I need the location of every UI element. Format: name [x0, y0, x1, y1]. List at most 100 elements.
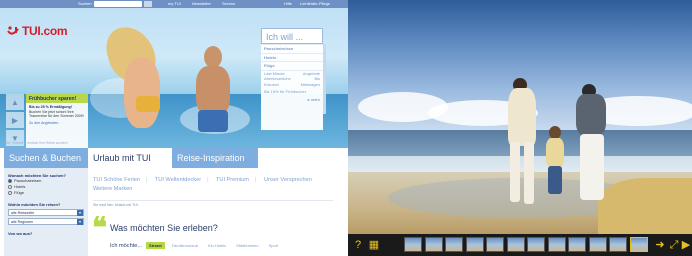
region-select-value: alle Regionen [11, 220, 33, 224]
topbar-link-service[interactable]: Service [222, 0, 235, 8]
destination-select[interactable]: alle Reiseziele ▾ [8, 209, 84, 216]
tui-webpage: Suchen my TUI Newsletter Service Hilfe L… [0, 0, 348, 256]
photo-dune [598, 178, 692, 238]
interest-chips: Ich möchte... Strand Familienurlaub Klu … [110, 242, 281, 249]
chip-familienurlaub[interactable]: Familienurlaub [169, 242, 201, 249]
radio-pauschalreisen[interactable] [8, 179, 12, 183]
ich-will-item[interactable]: Pauschalreisen [261, 44, 323, 53]
filmstrip-bar: ? ▦ ➜ ⤢ ▶ [348, 234, 692, 256]
tab-suchen-buchen[interactable]: Suchen & Buchen [4, 148, 88, 168]
help-icon[interactable]: ? [352, 239, 364, 251]
filmstrip-thumbnail[interactable] [506, 237, 525, 252]
filmstrip-thumbnail[interactable] [629, 237, 648, 252]
ich-will-item[interactable]: Flüge [261, 61, 323, 70]
fullscreen-icon[interactable]: ⤢ [668, 239, 680, 251]
search-form: Wonach möchten Sie suchen? Pauschalreise… [4, 168, 88, 256]
ich-will-title: Ich will ... [266, 32, 304, 42]
filmstrip-thumbnail[interactable] [609, 237, 627, 252]
topbar-search-go-button[interactable] [144, 1, 152, 7]
tab-reise-inspiration[interactable]: Reise-Inspiration [172, 148, 258, 168]
child [546, 138, 564, 168]
breadcrumb: Sie sind hier: Urlaub mit TUI [93, 203, 138, 207]
topbar-link-newsletter[interactable]: Newsletter [192, 0, 211, 8]
destination-select-value: alle Reiseziele [11, 211, 35, 215]
filmstrip-thumbnail[interactable] [465, 237, 484, 252]
ich-will-item[interactable]: Bis 15% für Frühbucher [261, 88, 323, 96]
topbar-user-link-2[interactable]: Leinfelder-Pliege [300, 0, 330, 8]
interest-label: Ich möchte... [110, 242, 143, 249]
hero-woman [124, 58, 160, 128]
hero-man-head [204, 46, 222, 68]
search-question-destination: Wohin möchten Sie reisen? [8, 202, 61, 207]
top-utility-bar: Suchen my TUI Newsletter Service Hilfe L… [0, 0, 348, 8]
tab-urlaub-mit-tui[interactable]: Urlaub mit TUI [88, 148, 172, 168]
early-booking-teaser[interactable]: Frühbucher sparen! Bis zu 25 % Ermäßigun… [26, 94, 88, 148]
ich-will-item[interactable]: Hotels [261, 52, 323, 62]
brand-link[interactable]: Weitere Marken [93, 186, 132, 192]
ich-will-dropdown[interactable]: Ich will ... Pauschalreisen Hotels Flüge… [261, 28, 323, 130]
topbar-search-label: Suchen [78, 1, 92, 6]
main-tabs: Suchen & Buchen Urlaub mit TUI Reise-Ins… [0, 148, 348, 168]
hero-woman-swimsuit [136, 96, 160, 112]
chip-strand[interactable]: Strand [146, 242, 165, 249]
slide-play-button[interactable]: ▶ [6, 112, 24, 128]
chip-sport[interactable]: Sport [266, 242, 282, 249]
play-icon[interactable]: ▶ [681, 239, 691, 251]
tui-smile-icon [6, 24, 20, 38]
ich-will-header[interactable]: Ich will ... [261, 28, 323, 44]
filmstrip-thumbnail[interactable] [588, 237, 607, 252]
slide-up-button[interactable]: ▲ [6, 94, 24, 110]
chip-klu-hotels[interactable]: Klu Hotels [205, 242, 229, 249]
filmstrip-thumbnail[interactable] [568, 237, 586, 252]
brand-link[interactable]: TUI Weltentdecker [155, 177, 201, 183]
next-icon[interactable]: ➜ [654, 239, 666, 251]
topbar-link-mytui[interactable]: my TUI [168, 0, 181, 8]
hero-banner: TUI.com ▲ ▶ ▼ Frühbucher sparen! Bis zu … [0, 8, 348, 148]
section-heading: Was möchten Sie erleben? [110, 223, 218, 233]
brand-link[interactable]: TUI Schöne Ferien [93, 177, 140, 183]
divider [93, 200, 333, 201]
chip-staedtereisen[interactable]: Städtereisen [233, 242, 261, 249]
father [508, 88, 536, 146]
brand-link[interactable]: TUI Premium [216, 177, 249, 183]
ich-will-item[interactable]: Kreuzen [264, 82, 279, 88]
hero-man [196, 66, 230, 116]
topbar-user-link[interactable]: Hilfe [284, 0, 292, 8]
topbar-search-input[interactable] [94, 1, 142, 7]
filmstrip-thumbnail[interactable] [424, 237, 443, 252]
father-leg [510, 142, 520, 202]
chevron-up-icon: ▲ [11, 97, 19, 107]
teaser-body: Buchen Sie jetzt schon! Ihre Traumreise … [29, 109, 84, 119]
father-leg [524, 142, 534, 204]
tui-logo-text: TUI.com [22, 24, 68, 38]
main-content: TUI Schöne Ferien | TUI Weltentdecker | TU… [90, 168, 348, 256]
teaser-link[interactable]: Zu den Angeboten [29, 121, 85, 126]
brand-links: TUI Schöne Ferien | TUI Weltentdecker | TU… [93, 177, 312, 192]
filmstrip-thumbnail[interactable] [486, 237, 504, 252]
radio-hotels[interactable] [8, 185, 12, 189]
chevron-down-icon: ▾ [77, 219, 83, 225]
child-legs [548, 166, 562, 194]
play-icon: ▶ [11, 115, 19, 125]
mother [576, 94, 606, 136]
ich-will-more-link[interactable]: mehr [311, 97, 320, 102]
teaser-headline: Frühbucher sparen! [26, 94, 88, 103]
region-select[interactable]: alle Regionen ▾ [8, 218, 84, 225]
chevron-down-icon: ▾ [77, 210, 83, 216]
brand-link[interactable]: Unser Versprechen [264, 177, 312, 183]
photo-viewer: ? ▦ ➜ ⤢ ▶ [348, 0, 692, 256]
hero-man-shorts [198, 110, 228, 132]
search-hint: Hier: Schnell & einfach Ihre Reise suche… [4, 141, 68, 145]
filmstrip-thumbnail[interactable] [404, 237, 422, 252]
ich-will-scrollbar[interactable] [323, 44, 326, 114]
radio-label: Flüge [14, 190, 25, 195]
quote-icon: ❝ [92, 211, 108, 244]
filmstrip-thumbnail[interactable] [445, 237, 463, 252]
filmstrip-thumbnail[interactable] [547, 237, 566, 252]
tui-logo[interactable]: TUI.com [6, 24, 68, 38]
ich-will-item[interactable]: Mietwagen [301, 82, 320, 88]
radio-fluege[interactable] [8, 191, 12, 195]
filmstrip-thumbnail[interactable] [527, 237, 545, 252]
grid-view-icon[interactable]: ▦ [368, 239, 380, 251]
slide-controls: ▲ ▶ ▼ [6, 94, 24, 148]
